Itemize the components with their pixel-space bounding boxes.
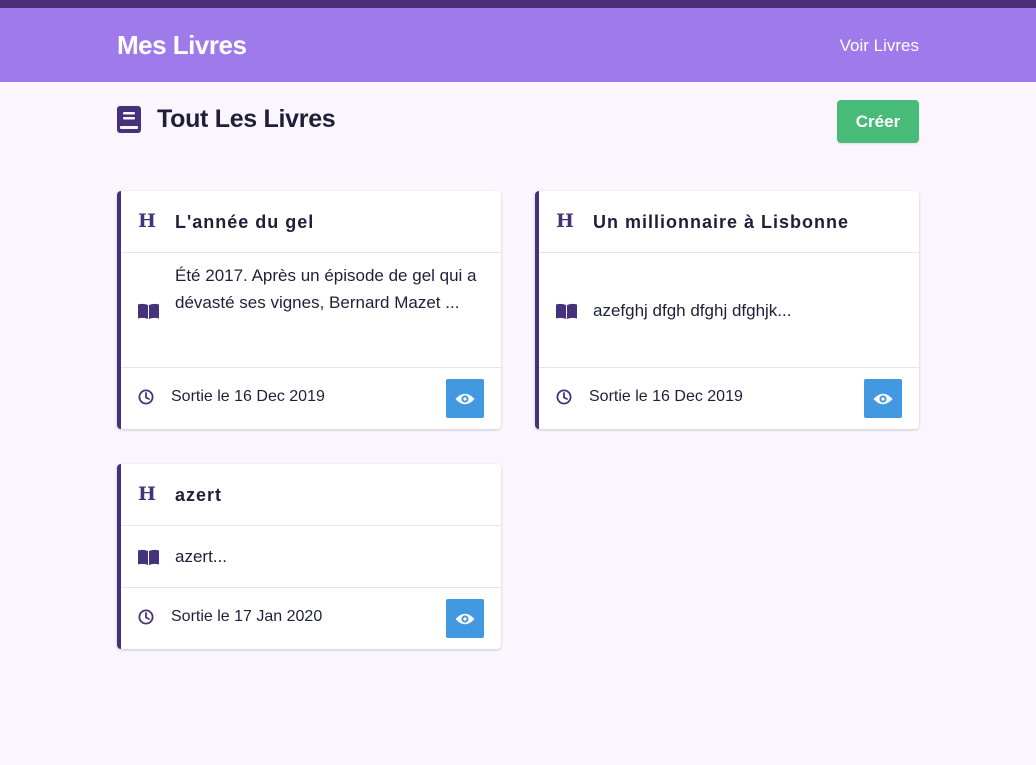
- release-date: Sortie le 17 Jan 2020: [171, 608, 323, 625]
- eye-icon: [455, 393, 475, 404]
- view-button[interactable]: [446, 379, 484, 418]
- heading-icon: H: [556, 210, 574, 232]
- book-title: azert: [175, 485, 223, 505]
- release-date: Sortie le 16 Dec 2019: [171, 388, 325, 405]
- book-card: H azert azert... Sortie le 17 Jan 2020: [117, 464, 501, 649]
- eye-icon: [873, 393, 893, 404]
- card-header: H Un millionnaire à Lisbonne: [539, 191, 919, 253]
- open-book-icon: [556, 303, 577, 319]
- open-book-icon: [138, 549, 159, 565]
- book-icon: [117, 106, 141, 133]
- view-button[interactable]: [446, 599, 484, 638]
- clock-icon: [138, 609, 154, 625]
- book-title: L'année du gel: [175, 212, 315, 232]
- book-description: azert...: [175, 547, 227, 566]
- card-body: Été 2017. Après un épisode de gel qui a …: [121, 253, 501, 368]
- page-title: Tout Les Livres: [157, 105, 336, 133]
- card-body: azert...: [121, 526, 501, 588]
- card-footer: Sortie le 17 Jan 2020: [121, 588, 501, 649]
- card-header: H azert: [121, 464, 501, 526]
- heading-icon: H: [138, 210, 156, 232]
- card-header: H L'année du gel: [121, 191, 501, 253]
- heading-icon: H: [138, 483, 156, 505]
- brand-logo[interactable]: Mes Livres: [117, 30, 247, 61]
- nav-link-voir-livres[interactable]: Voir Livres: [840, 36, 919, 56]
- book-description: azefghj dfgh dfghj dfghjk...: [593, 301, 792, 320]
- book-card: H L'année du gel Été 2017. Après un épis…: [117, 191, 501, 429]
- card-footer: Sortie le 16 Dec 2019: [539, 368, 919, 429]
- open-book-icon: [138, 303, 159, 319]
- card-body: azefghj dfgh dfghj dfghjk...: [539, 253, 919, 368]
- view-button[interactable]: [864, 379, 902, 418]
- clock-icon: [556, 389, 572, 405]
- release-date: Sortie le 16 Dec 2019: [589, 388, 743, 405]
- card-footer: Sortie le 16 Dec 2019: [121, 368, 501, 429]
- eye-icon: [455, 613, 475, 624]
- clock-icon: [138, 389, 154, 405]
- book-description: Été 2017. Après un épisode de gel qui a …: [175, 266, 477, 312]
- book-title: Un millionnaire à Lisbonne: [593, 212, 850, 232]
- create-button[interactable]: Créer: [837, 100, 919, 143]
- navbar: Mes Livres Voir Livres: [0, 8, 1036, 82]
- book-card: H Un millionnaire à Lisbonne azefghj dfg…: [535, 191, 919, 429]
- top-stripe: [0, 0, 1036, 8]
